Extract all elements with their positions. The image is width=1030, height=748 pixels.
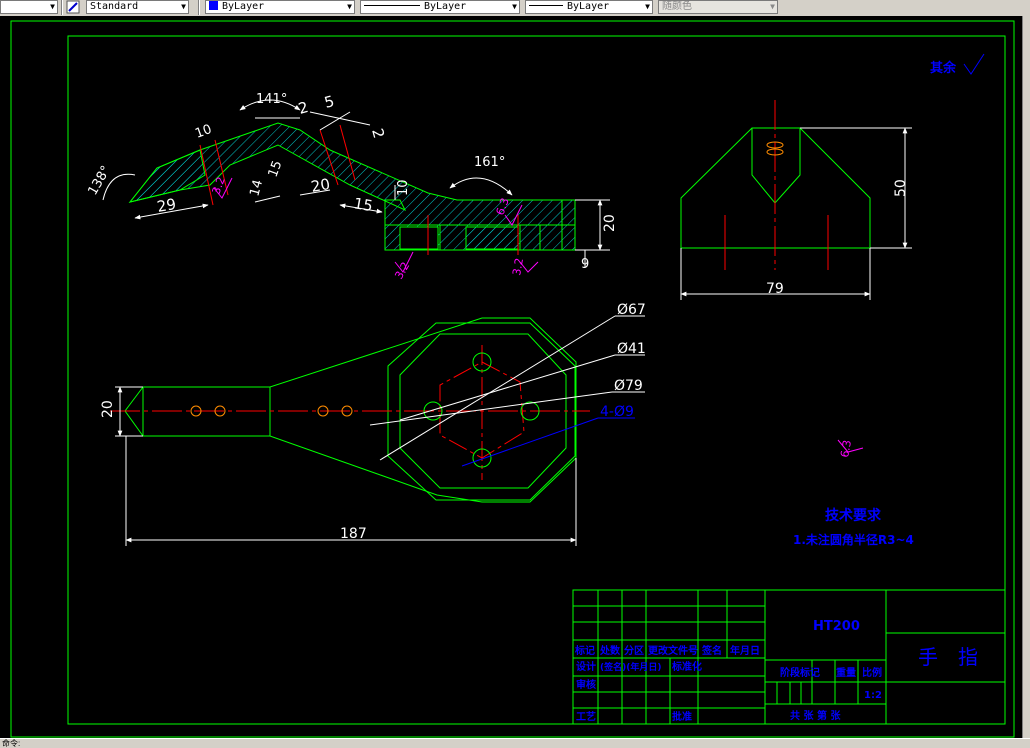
properties-toolbar: ▼ Standard ▼ ByLayer ▼ ByLayer ▼ ByLayer ▼ 随…	[0, 0, 1030, 17]
dim-15b: 15	[352, 194, 374, 215]
front-section-view	[102, 99, 610, 268]
dim-10b: 10	[396, 179, 411, 196]
chevron-down-icon: ▼	[645, 2, 650, 11]
chevron-down-icon: ▼	[50, 2, 55, 11]
design-label: 设计	[576, 660, 596, 673]
check-label: 审核	[576, 678, 596, 691]
text-style-dropdown[interactable]: Standard ▼	[86, 0, 189, 14]
date-sig-label: (签名)(年月日)	[600, 661, 661, 673]
chevron-down-icon: ▼	[770, 2, 775, 11]
dim-187: 187	[340, 526, 367, 542]
roughness-other-label: 其余	[930, 60, 957, 76]
material-label: HT200	[813, 619, 860, 634]
linetype-dropdown[interactable]: ByLayer ▼	[360, 0, 520, 14]
top-view	[110, 315, 645, 546]
lineweight-preview-icon	[529, 5, 563, 6]
color-dropdown[interactable]: ByLayer ▼	[205, 0, 355, 14]
dim-5: 5	[322, 92, 336, 112]
th-mark: 标记	[574, 644, 595, 657]
scale-label: 比例	[862, 666, 882, 679]
dim-161: 161°	[474, 155, 505, 170]
dim-9: 9	[581, 257, 589, 272]
dim-holes: 4-Ø9	[600, 404, 634, 420]
chevron-down-icon: ▼	[347, 2, 352, 11]
dim-20b: 20	[602, 214, 618, 232]
weight-label: 重量	[836, 666, 856, 679]
text-style-value: Standard	[90, 1, 139, 12]
dim-20c: 20	[100, 400, 116, 418]
tech-req-line1: 1.未注圆角半径R3~4	[793, 532, 914, 547]
dim-15a: 15	[266, 159, 286, 180]
toolbar-separator	[61, 0, 63, 15]
lineweight-value: ByLayer	[567, 1, 610, 12]
dim-dia79: Ø79	[614, 378, 643, 394]
inner-frame	[67, 35, 1006, 725]
layer-dropdown-tail[interactable]: ▼	[0, 0, 58, 14]
sheets-label: 共 张 第 张	[790, 709, 841, 722]
th-signature: 签名	[701, 644, 722, 657]
lineweight-dropdown[interactable]: ByLayer ▼	[525, 0, 653, 14]
stage-mark-label: 阶段标记	[780, 666, 820, 679]
roughness-other-symbol	[963, 53, 985, 75]
dim-138: 138°	[85, 163, 114, 198]
tech-req-heading: 技术要求	[825, 507, 882, 524]
th-change-doc: 更改文件号	[648, 644, 698, 657]
dim-50: 50	[893, 179, 909, 197]
dim-2b: 2	[368, 126, 388, 140]
blue-swatch-icon	[209, 1, 218, 10]
toolbar-separator	[198, 0, 200, 15]
dim-10a: 10	[193, 122, 214, 142]
th-zone: 分区	[624, 644, 644, 657]
dim-14: 14	[247, 178, 266, 198]
vertical-scrollbar[interactable]	[1022, 16, 1030, 738]
text-style-icon[interactable]	[66, 0, 80, 14]
approve-label: 批准	[672, 710, 692, 723]
plotstyle-dropdown: 随颜色 ▼	[658, 0, 778, 14]
dim-dia67: Ø67	[617, 302, 646, 318]
chevron-down-icon: ▼	[181, 2, 186, 11]
roughness-32c: 3.2	[510, 257, 526, 276]
dim-141: 141°	[256, 92, 287, 107]
color-value: ByLayer	[222, 1, 265, 12]
plotstyle-value: 随颜色	[662, 1, 692, 12]
craft-label: 工艺	[576, 710, 596, 723]
drawing-canvas[interactable]: 141° 2 5 2 10 138° 29 14 15 20 15 10 161…	[0, 16, 1022, 738]
dim-2a: 2	[296, 98, 310, 118]
th-date: 年月日	[730, 644, 760, 657]
dim-29: 29	[156, 195, 178, 216]
drawing-svg: 141° 2 5 2 10 138° 29 14 15 20 15 10 161…	[10, 20, 1015, 738]
th-count: 处数	[599, 644, 621, 657]
dim-20a: 20	[310, 175, 332, 196]
side-view	[680, 100, 912, 300]
dim-79: 79	[766, 281, 784, 297]
dim-dia41: Ø41	[617, 341, 646, 357]
standard-label: 标准化	[671, 660, 702, 673]
part-name: 手 指	[918, 645, 978, 669]
linetype-preview-icon	[364, 5, 420, 6]
chevron-down-icon: ▼	[512, 2, 517, 11]
linetype-value: ByLayer	[424, 1, 467, 12]
roughness-63b: 6.3	[838, 439, 854, 458]
scale-value: 1:2	[864, 690, 882, 701]
